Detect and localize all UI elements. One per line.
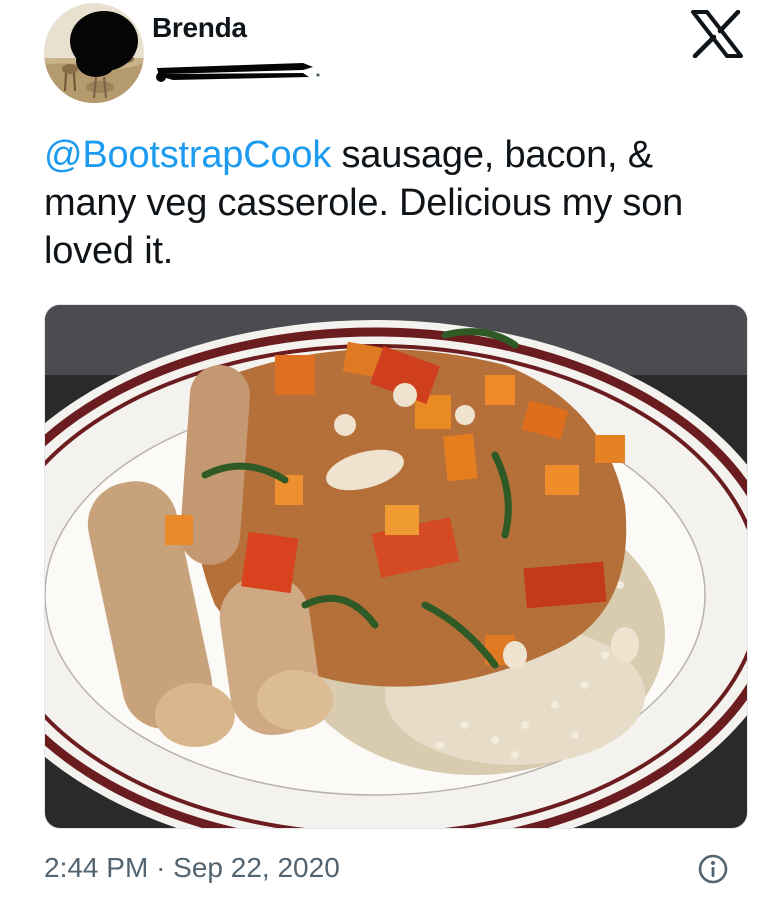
mention-link[interactable]: @BootstrapCook: [44, 134, 331, 176]
x-logo-icon[interactable]: [690, 10, 744, 58]
tweet-card: Brenda @BootstrapCook sausage, bacon, & …: [0, 0, 783, 900]
author-name[interactable]: Brenda: [152, 12, 247, 44]
avatar[interactable]: [44, 3, 144, 103]
tweet-time: 2:44 PM: [44, 852, 149, 883]
avatar-image: [44, 3, 144, 103]
meta-separator: ·: [156, 852, 166, 883]
redacted-handle: [156, 63, 320, 82]
tweet-text: @BootstrapCook sausage, bacon, & many ve…: [44, 131, 744, 275]
tweet-timestamp[interactable]: 2:44 PM · Sep 22, 2020: [44, 852, 340, 884]
info-icon[interactable]: [697, 853, 729, 885]
food-photo: [45, 305, 747, 828]
tweet-photo[interactable]: [44, 304, 748, 829]
tweet-date: Sep 22, 2020: [173, 852, 340, 883]
